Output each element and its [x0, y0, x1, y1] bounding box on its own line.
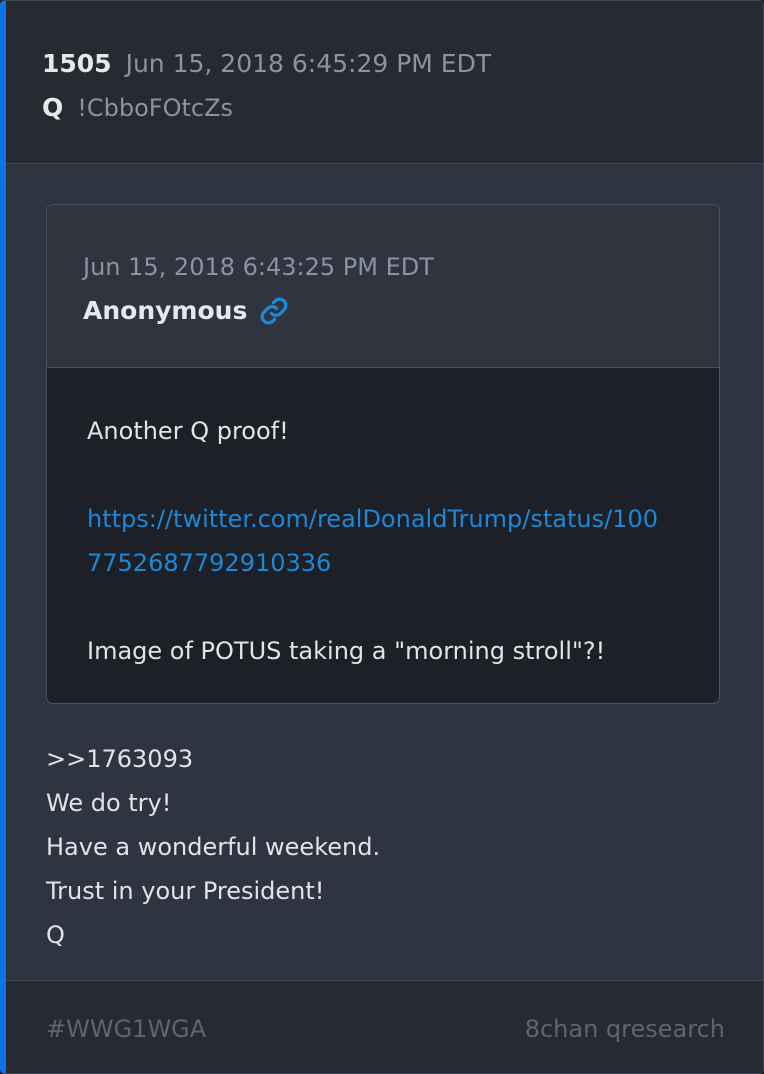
quoted-post: Jun 15, 2018 6:43:25 PM EDT Anonymous An…	[46, 204, 720, 704]
post-signature: Q	[46, 921, 65, 949]
post-text-line: We do try!	[46, 789, 172, 817]
quoted-post-header: Jun 15, 2018 6:43:25 PM EDT Anonymous	[47, 205, 719, 368]
post-author-line: Q !CbboFOtcZs	[42, 89, 233, 127]
quoted-text-line: Image of POTUS taking a "morning stroll"…	[87, 637, 606, 665]
post-header: 1505 Jun 15, 2018 6:45:29 PM EDT Q !CbboFO…	[6, 1, 763, 164]
quoted-text-line: Another Q proof!	[87, 417, 289, 445]
hashtag: #WWG1WGA	[46, 1015, 207, 1043]
post-timestamp: Jun 15, 2018 6:45:29 PM EDT	[125, 49, 492, 78]
post-meta: 1505 Jun 15, 2018 6:45:29 PM EDT	[42, 45, 491, 83]
post-footer: #WWG1WGA 8chan qresearch	[6, 980, 763, 1073]
post-card: 1505 Jun 15, 2018 6:45:29 PM EDT Q !CbboFO…	[0, 0, 764, 1074]
post-tripcode: !CbboFOtcZs	[77, 94, 234, 122]
tweet-link-continued[interactable]: 7752687792910336	[87, 545, 331, 581]
tweet-link[interactable]: https://twitter.com/realDonaldTrump/stat…	[87, 501, 658, 537]
post-text-line: Trust in your President!	[46, 877, 325, 905]
post-author: Q	[42, 93, 64, 122]
link-icon[interactable]	[259, 296, 289, 326]
post-reply-reference[interactable]: >>1763093	[46, 741, 193, 777]
post-source: 8chan qresearch	[524, 1015, 725, 1043]
post-text-line: Have a wonderful weekend.	[46, 833, 381, 861]
post-number[interactable]: 1505	[42, 49, 112, 78]
quoted-post-timestamp: Jun 15, 2018 6:43:25 PM EDT	[83, 253, 434, 281]
quoted-post-author: Anonymous	[83, 296, 248, 325]
